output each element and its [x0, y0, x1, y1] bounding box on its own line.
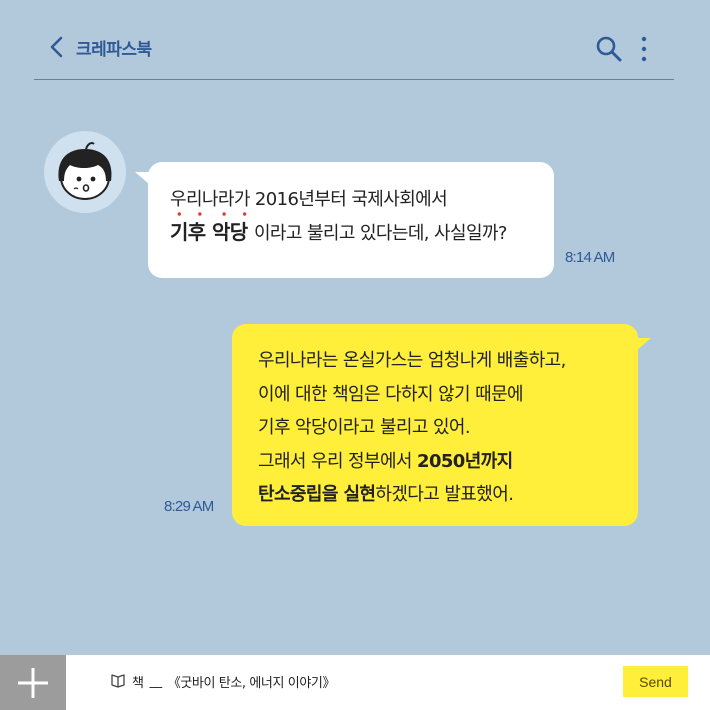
chat-title: 크레파스북	[76, 40, 152, 60]
message-timestamp: 8:29 AM	[164, 498, 214, 515]
plus-button[interactable]	[0, 655, 66, 710]
plus-icon	[18, 668, 48, 698]
message-text: 그래서 우리 정부에서	[258, 450, 418, 472]
input-value: 《굿바이 탄소, 에너지 이야기》	[167, 675, 336, 691]
message-timestamp: 8:14 AM	[565, 249, 615, 266]
message-text-line: 탄소중립을 실현하겠다고 발표했어.	[258, 478, 638, 512]
message-text-line: 우리나라는 온실가스는 엄청나게 배출하고,	[258, 350, 566, 371]
message-text: 이라고 불리고 있다는데, 사실일까?	[253, 223, 507, 244]
avatar[interactable]	[44, 131, 126, 213]
search-icon[interactable]	[594, 34, 624, 64]
bubble-tail	[637, 338, 651, 350]
input-prefix: 책	[132, 675, 144, 691]
message-text-line: 이에 대한 책임은 다하지 않기 때문에	[258, 383, 524, 405]
emphasis-dots	[177, 212, 247, 216]
back-icon[interactable]	[48, 36, 68, 58]
message-bubble-outgoing[interactable]: 우리나라는 온실가스는 엄청나게 배출하고, 이에 대한 책임은 다하지 않기 …	[232, 324, 651, 526]
message-bubble-incoming[interactable]: 우리나라가 2016년부터 국제사회에서 기후 악당 이라고 불리고 있다는데,…	[135, 162, 554, 278]
message-text-line: 기후 악당 이라고 불리고 있다는데, 사실일까?	[170, 212, 554, 250]
emphasized-text: 기후 악당	[170, 212, 254, 244]
bold-text: 2050년까지	[417, 450, 513, 472]
send-button[interactable]: Send	[623, 666, 688, 697]
book-icon	[110, 674, 126, 688]
message-text-line: 기후 악당이라고 불리고 있어.	[258, 417, 471, 438]
bold-text: 탄소중립을 실현	[258, 484, 376, 505]
bubble-tail	[135, 172, 149, 184]
message-text-line: 그래서 우리 정부에서 2050년까지	[258, 445, 638, 479]
composer-bar: 책 __ 《굿바이 탄소, 에너지 이야기》 Send	[0, 655, 710, 710]
input-separator: __	[149, 673, 163, 689]
message-input[interactable]: 책 __ 《굿바이 탄소, 에너지 이야기》	[96, 667, 616, 695]
emphasized-label: 기후 악당	[170, 220, 248, 244]
chat-header: 크레파스북	[34, 30, 674, 80]
more-options-icon[interactable]	[634, 34, 654, 64]
message-text: 하겠다고 발표했어.	[375, 484, 514, 505]
